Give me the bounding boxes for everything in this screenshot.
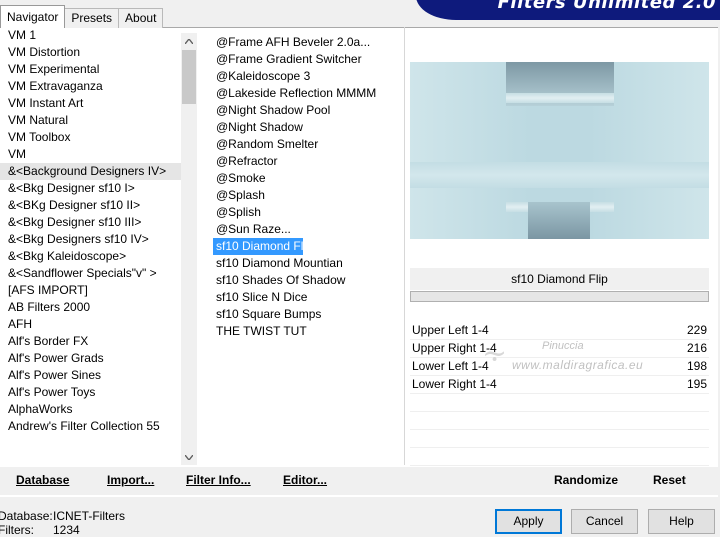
filter-item[interactable]: sf10 Diamond Mountian <box>213 255 403 272</box>
preview-line <box>506 93 614 103</box>
tab-navigator[interactable]: Navigator <box>0 5 66 28</box>
parameter-value[interactable]: 229 <box>687 323 707 337</box>
filter-info-button[interactable]: Filter Info... <box>186 473 251 487</box>
category-item[interactable]: VM Natural <box>0 112 182 129</box>
category-item[interactable]: &<Bkg Kaleidoscope> <box>0 248 182 265</box>
filter-item[interactable]: @Lakeside Reflection MMMM <box>213 85 403 102</box>
category-item[interactable]: VM Experimental <box>0 61 182 78</box>
category-scrollbar[interactable] <box>181 33 197 465</box>
preview-band-bottom <box>528 202 590 239</box>
title-banner: Filters Unlimited 2.0 <box>416 0 720 20</box>
category-item[interactable]: &<Bkg Designer sf10 I> <box>0 180 182 197</box>
parameter-value[interactable]: 216 <box>687 341 707 355</box>
filter-item[interactable]: @Frame Gradient Switcher <box>213 51 403 68</box>
parameter-row[interactable]: Lower Left 1-4 198 <box>410 358 709 376</box>
reset-button[interactable]: Reset <box>653 473 686 487</box>
status-filters-value: 1234 <box>53 523 80 537</box>
category-item[interactable]: AB Filters 2000 <box>0 299 182 316</box>
import-button[interactable]: Import... <box>107 473 154 487</box>
category-item[interactable]: VM Extravaganza <box>0 78 182 95</box>
preview-center-band <box>410 162 709 188</box>
category-item[interactable]: &<Sandflower Specials"v" > <box>0 265 182 282</box>
parameter-row-empty <box>410 394 709 412</box>
filter-item[interactable]: @Night Shadow Pool <box>213 102 403 119</box>
filter-item[interactable]: @Sun Raze... <box>213 221 403 238</box>
parameter-value[interactable]: 198 <box>687 359 707 373</box>
status-database: Database: ICNET-Filters <box>0 509 125 523</box>
status-filters-label: Filters: <box>0 523 34 537</box>
category-item[interactable]: Alf's Power Toys <box>0 384 182 401</box>
filter-item[interactable]: @Frame AFH Beveler 2.0a... <box>213 34 403 51</box>
filter-item[interactable]: @Night Shadow <box>213 119 403 136</box>
category-item[interactable]: AlphaWorks <box>0 401 182 418</box>
panel-divider <box>404 27 405 465</box>
editor-button[interactable]: Editor... <box>283 473 327 487</box>
category-item[interactable]: VM 1 <box>0 27 182 44</box>
selected-filter-name: sf10 Diamond Flip <box>410 268 709 290</box>
randomize-button[interactable]: Randomize <box>554 473 618 487</box>
parameter-row-empty <box>410 448 709 466</box>
filter-item[interactable]: THE TWIST TUT <box>213 323 403 340</box>
parameter-label: Upper Left 1-4 <box>412 323 489 337</box>
filter-control-bar[interactable] <box>410 291 709 302</box>
category-item[interactable]: Alf's Power Grads <box>0 350 182 367</box>
parameter-value[interactable]: 195 <box>687 377 707 391</box>
filter-item[interactable]: sf10 Square Bumps <box>213 306 403 323</box>
scroll-up-icon[interactable] <box>181 33 197 49</box>
parameter-list: Upper Left 1-4 229 Upper Right 1-4 216 Lower… <box>410 322 709 466</box>
filter-item[interactable]: @Splash <box>213 187 403 204</box>
category-item[interactable]: VM <box>0 146 182 163</box>
filter-item[interactable]: @Splish <box>213 204 403 221</box>
tab-bar: Navigator Presets About <box>0 5 164 28</box>
filter-item[interactable]: sf10 Slice N Dice <box>213 289 403 306</box>
filter-preview <box>410 62 709 239</box>
category-item[interactable]: &<BKg Designer sf10 II> <box>0 197 182 214</box>
status-database-value: ICNET-Filters <box>53 509 125 523</box>
filter-list[interactable]: @Frame AFH Beveler 2.0a... @Frame Gradien… <box>213 34 403 340</box>
help-button[interactable]: Help <box>648 509 715 534</box>
app-title: Filters Unlimited 2.0 <box>497 0 716 13</box>
scroll-down-icon[interactable] <box>181 449 197 465</box>
apply-button[interactable]: Apply <box>495 509 562 534</box>
category-item[interactable]: &<Bkg Designers sf10 IV> <box>0 231 182 248</box>
category-item[interactable]: VM Distortion <box>0 44 182 61</box>
tab-presets[interactable]: Presets <box>64 8 120 28</box>
parameter-label: Lower Right 1-4 <box>412 377 497 391</box>
category-item[interactable]: Alf's Power Sines <box>0 367 182 384</box>
category-item[interactable]: VM Instant Art <box>0 95 182 112</box>
parameter-row[interactable]: Lower Right 1-4 195 <box>410 376 709 394</box>
database-button[interactable]: Database <box>16 473 69 487</box>
action-strip: Database Import... Filter Info... Editor… <box>0 467 720 495</box>
cancel-button[interactable]: Cancel <box>571 509 638 534</box>
filter-item[interactable]: @Refractor <box>213 153 403 170</box>
status-filters: Filters: 1234 <box>0 523 80 537</box>
parameter-row[interactable]: Upper Right 1-4 216 <box>410 340 709 358</box>
category-item[interactable]: [AFS IMPORT] <box>0 282 182 299</box>
category-item[interactable]: &<Bkg Designer sf10 III> <box>0 214 182 231</box>
filter-item[interactable]: @Random Smelter <box>213 136 403 153</box>
category-item[interactable]: &<Background Designers IV> <box>0 163 182 180</box>
parameter-label: Upper Right 1-4 <box>412 341 497 355</box>
parameter-row-empty <box>410 430 709 448</box>
category-list[interactable]: VM 1 VM Distortion VM Experimental VM Extra… <box>0 27 182 465</box>
parameter-row-empty <box>410 412 709 430</box>
category-item[interactable]: Alf's Border FX <box>0 333 182 350</box>
category-item[interactable]: Andrew's Filter Collection 55 <box>0 418 182 435</box>
filter-item[interactable]: @Kaleidoscope 3 <box>213 68 403 85</box>
parameter-row[interactable]: Upper Left 1-4 229 <box>410 322 709 340</box>
filter-item[interactable]: @Smoke <box>213 170 403 187</box>
category-item[interactable]: AFH <box>0 316 182 333</box>
status-database-label: Database: <box>0 509 53 523</box>
scroll-thumb[interactable] <box>182 50 196 104</box>
parameter-label: Lower Left 1-4 <box>412 359 489 373</box>
category-item[interactable]: VM Toolbox <box>0 129 182 146</box>
filter-item[interactable]: sf10 Shades Of Shadow <box>213 272 403 289</box>
filter-item[interactable]: sf10 Diamond Flip <box>213 238 313 255</box>
tab-about[interactable]: About <box>118 8 164 28</box>
